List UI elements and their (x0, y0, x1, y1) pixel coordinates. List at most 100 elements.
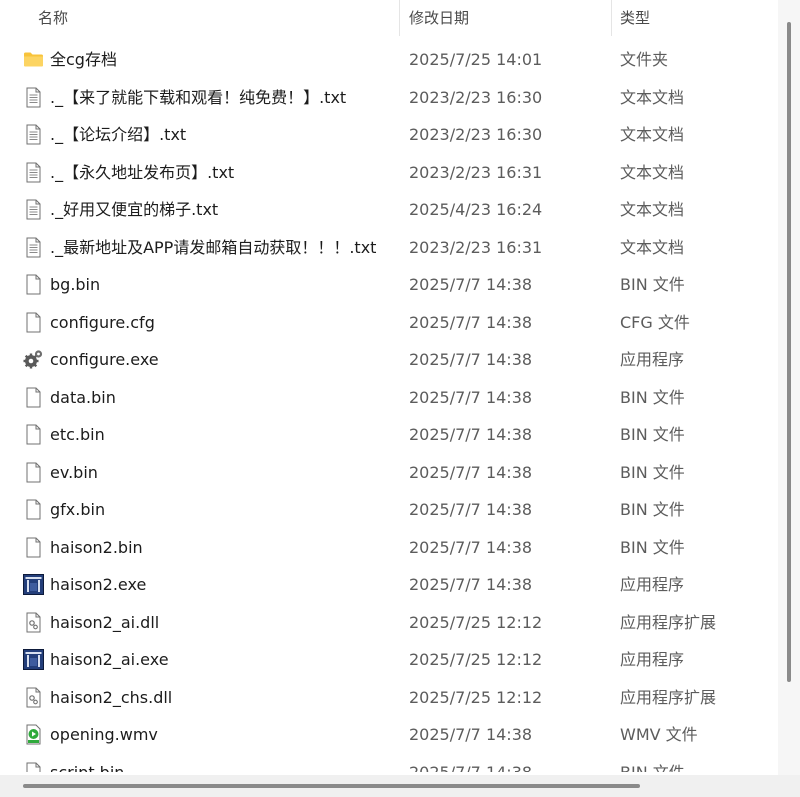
file-type: 文件夹 (620, 50, 669, 69)
file-date: 2025/7/25 12:12 (409, 650, 543, 669)
file-row[interactable]: haison2_ai.dll 2025/7/25 12:12 应用程序扩展 (0, 604, 778, 641)
file-date: 2025/7/7 14:38 (409, 462, 533, 482)
horizontal-scrollbar[interactable] (0, 775, 800, 797)
file-date: 2025/7/7 14:38 (409, 762, 533, 773)
file-row[interactable]: ._【来了就能下载和观看！纯免费！】.txt 2023/2/23 16:30 文本文… (0, 79, 778, 116)
vertical-scrollbar[interactable] (778, 0, 800, 775)
file-type: BIN 文件 (620, 762, 685, 773)
vertical-scrollbar-thumb[interactable] (787, 22, 791, 682)
file-type: BIN 文件 (620, 537, 685, 557)
file-type: 文本文档 (620, 87, 685, 107)
file-type: WMV 文件 (620, 725, 698, 744)
text-file-icon (23, 237, 44, 258)
file-name: haison2_ai.dll (50, 612, 160, 632)
file-date: 2023/2/23 16:31 (409, 237, 543, 257)
file-type: 应用程序扩展 (620, 687, 717, 707)
file-name: ._好用又便宜的梯子.txt (50, 200, 219, 219)
file-date: 2025/7/25 12:12 (409, 612, 543, 632)
file-type: 应用程序 (620, 350, 685, 369)
file-type: 应用程序 (620, 650, 685, 669)
file-date: 2023/2/23 16:31 (409, 162, 543, 182)
file-date: 2025/7/7 14:38 (409, 425, 533, 444)
horizontal-scrollbar-thumb[interactable] (23, 784, 640, 788)
file-type: 文本文档 (620, 125, 685, 144)
file-date: 2025/7/7 14:38 (409, 312, 533, 332)
text-file-icon (23, 87, 44, 108)
file-type: 文本文档 (620, 237, 685, 257)
file-date: 2025/7/7 14:38 (409, 350, 533, 369)
file-name: script.bin (50, 762, 125, 773)
file-date: 2025/7/7 14:38 (409, 725, 533, 744)
column-divider[interactable] (399, 0, 400, 36)
file-name: data.bin (50, 387, 116, 407)
file-row[interactable]: ._【永久地址发布页】.txt 2023/2/23 16:31 文本文档 (0, 154, 778, 191)
file-name: ._【论坛介绍】.txt (50, 125, 187, 144)
blank-file-icon (23, 274, 44, 295)
text-file-icon (23, 124, 44, 145)
file-name: haison2.bin (50, 537, 143, 557)
column-divider[interactable] (611, 0, 612, 36)
sort-ascending-icon[interactable]: ⌃ (207, 0, 218, 10)
file-date: 2025/7/7 14:38 (409, 575, 533, 594)
dll-file-icon (23, 612, 44, 633)
video-file-icon (23, 724, 44, 745)
file-type: BIN 文件 (620, 275, 685, 294)
file-row[interactable]: gfx.bin 2025/7/7 14:38 BIN 文件 (0, 491, 778, 528)
file-row[interactable]: opening.wmv 2025/7/7 14:38 WMV 文件 (0, 716, 778, 753)
file-type: 文本文档 (620, 162, 685, 182)
file-row[interactable]: haison2.bin 2025/7/7 14:38 BIN 文件 (0, 529, 778, 566)
file-type: BIN 文件 (620, 462, 685, 482)
file-row[interactable]: configure.exe 2025/7/7 14:38 应用程序 (0, 341, 778, 378)
file-row[interactable]: haison2_chs.dll 2025/7/25 12:12 应用程序扩展 (0, 679, 778, 716)
blank-file-icon (23, 462, 44, 483)
file-row[interactable]: script.bin 2025/7/7 14:38 BIN 文件 (0, 754, 778, 773)
file-name: bg.bin (50, 275, 101, 294)
file-date: 2025/7/7 14:38 (409, 537, 533, 557)
file-name: configure.exe (50, 350, 159, 369)
file-type: BIN 文件 (620, 387, 685, 407)
file-name: opening.wmv (50, 725, 158, 744)
app-exe-icon (23, 574, 44, 595)
file-date: 2025/7/7 14:38 (409, 387, 533, 407)
file-type: CFG 文件 (620, 312, 690, 332)
file-row[interactable]: etc.bin 2025/7/7 14:38 BIN 文件 (0, 416, 778, 453)
file-row[interactable]: bg.bin 2025/7/7 14:38 BIN 文件 (0, 266, 778, 303)
file-date: 2023/2/23 16:30 (409, 87, 543, 107)
scrollbar-corner (778, 775, 800, 797)
file-name: haison2_ai.exe (50, 650, 169, 669)
file-type: BIN 文件 (620, 425, 685, 444)
file-row[interactable]: data.bin 2025/7/7 14:38 BIN 文件 (0, 379, 778, 416)
file-name: ._【永久地址发布页】.txt (50, 162, 235, 182)
blank-file-icon (23, 499, 44, 520)
file-row[interactable]: ._最新地址及APP请发邮箱自动获取！！！.txt 2023/2/23 16:31… (0, 229, 778, 266)
app-exe-icon (23, 649, 44, 670)
file-name: 全cg存档 (50, 50, 117, 69)
file-date: 2025/7/7 14:38 (409, 500, 533, 519)
file-date: 2023/2/23 16:30 (409, 125, 543, 144)
blank-file-icon (23, 537, 44, 558)
file-row[interactable]: ._好用又便宜的梯子.txt 2025/4/23 16:24 文本文档 (0, 191, 778, 228)
blank-file-icon (23, 387, 44, 408)
file-name: etc.bin (50, 425, 105, 444)
column-header-date[interactable]: 修改日期 (409, 0, 469, 36)
file-row[interactable]: haison2.exe 2025/7/7 14:38 应用程序 (0, 566, 778, 603)
file-name: gfx.bin (50, 500, 106, 519)
file-name: haison2.exe (50, 575, 147, 594)
blank-file-icon (23, 312, 44, 333)
file-date: 2025/7/25 12:12 (409, 687, 543, 707)
text-file-icon (23, 199, 44, 220)
file-row[interactable]: ._【论坛介绍】.txt 2023/2/23 16:30 文本文档 (0, 116, 778, 153)
file-type: BIN 文件 (620, 500, 685, 519)
file-date: 2025/7/7 14:38 (409, 275, 533, 294)
dll-file-icon (23, 687, 44, 708)
file-date: 2025/7/25 14:01 (409, 50, 543, 69)
column-header-type[interactable]: 类型 (620, 0, 650, 36)
blank-file-icon (23, 762, 44, 772)
file-row[interactable]: 全cg存档 2025/7/25 14:01 文件夹 (0, 41, 778, 78)
blank-file-icon (23, 424, 44, 445)
file-row[interactable]: ev.bin 2025/7/7 14:38 BIN 文件 (0, 454, 778, 491)
column-header-name[interactable]: 名称 (38, 0, 68, 36)
file-row[interactable]: haison2_ai.exe 2025/7/25 12:12 应用程序 (0, 641, 778, 678)
file-row[interactable]: configure.cfg 2025/7/7 14:38 CFG 文件 (0, 304, 778, 341)
file-name: ._【来了就能下载和观看！纯免费！】.txt (50, 87, 347, 107)
